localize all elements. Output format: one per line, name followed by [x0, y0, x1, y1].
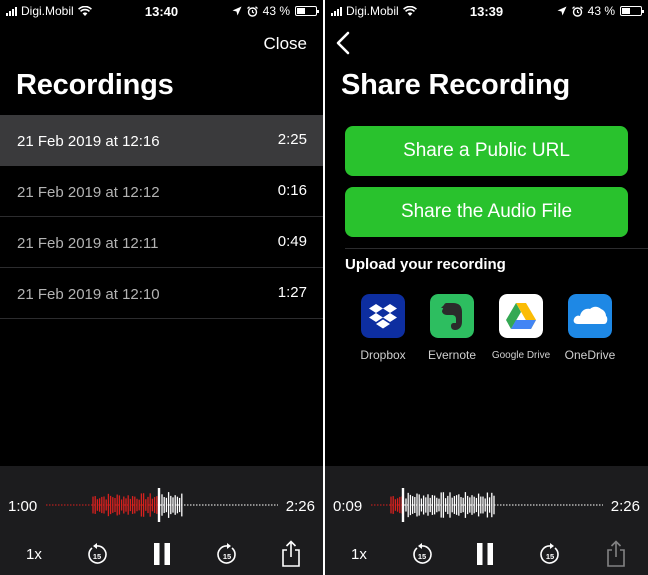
battery-percent: 43 % [262, 4, 290, 18]
status-right: 43 % [232, 4, 319, 18]
onedrive-service[interactable]: OneDrive [555, 294, 625, 362]
alarm-icon [571, 5, 583, 17]
page-title: Share Recording [341, 69, 571, 101]
battery-fill [297, 8, 305, 14]
status-bar: Digi.Mobil 13:40 43 % [0, 0, 323, 22]
recording-row[interactable]: 21 Feb 2019 at 12:16 2:25 [0, 115, 323, 166]
waveform-scrubber[interactable] [46, 486, 278, 524]
recording-date: 21 Feb 2019 at 12:16 [17, 133, 160, 150]
service-label: Dropbox [360, 348, 406, 362]
location-icon [557, 6, 567, 16]
forward-15-icon[interactable]: 15 [216, 542, 238, 566]
google-drive-icon [499, 294, 543, 338]
page-title: Recordings [16, 69, 174, 101]
evernote-icon [430, 294, 474, 338]
recording-date: 21 Feb 2019 at 12:12 [17, 184, 160, 201]
pause-icon[interactable] [152, 542, 172, 566]
onedrive-icon [568, 294, 612, 338]
share-audio-file-button[interactable]: Share the Audio File [345, 187, 628, 237]
svg-text:15: 15 [93, 552, 101, 561]
recording-row[interactable]: 21 Feb 2019 at 12:12 0:16 [0, 166, 323, 217]
dropbox-icon [361, 294, 405, 338]
recording-row[interactable]: 21 Feb 2019 at 12:10 1:27 [0, 268, 323, 319]
recordings-screen: Digi.Mobil 13:40 43 % Close Recordings 2… [0, 0, 323, 575]
evernote-service[interactable]: Evernote [417, 294, 487, 362]
svg-text:15: 15 [223, 552, 231, 561]
upload-section-label: Upload your recording [345, 256, 506, 273]
current-time: 0:09 [333, 498, 363, 515]
forward-15-icon[interactable]: 15 [539, 542, 561, 566]
playback-speed-button[interactable]: 1x [26, 546, 42, 563]
service-label: OneDrive [564, 348, 616, 362]
pause-icon[interactable] [475, 542, 495, 566]
share-public-url-button[interactable]: Share a Public URL [345, 126, 628, 176]
close-button[interactable]: Close [264, 34, 307, 54]
recording-duration: 0:49 [277, 233, 307, 250]
audio-player: 1:00 2:26 1x 15 15 [0, 466, 323, 575]
recording-duration: 1:27 [277, 284, 307, 301]
recording-date: 21 Feb 2019 at 12:11 [17, 235, 159, 252]
chevron-left-icon[interactable] [333, 30, 357, 56]
svg-text:15: 15 [418, 552, 426, 561]
status-bar: Digi.Mobil 13:39 43 % [325, 0, 648, 22]
battery-icon [295, 6, 319, 16]
status-right: 43 % [557, 4, 644, 18]
divider [345, 248, 648, 249]
recording-date: 21 Feb 2019 at 12:10 [17, 286, 160, 303]
battery-percent: 43 % [587, 4, 615, 18]
service-label: Evernote [427, 348, 477, 362]
svg-text:15: 15 [546, 552, 554, 561]
total-time: 2:26 [285, 498, 315, 515]
rewind-15-icon[interactable]: 15 [411, 542, 433, 566]
playback-speed-button[interactable]: 1x [351, 546, 367, 563]
recording-duration: 0:16 [277, 182, 307, 199]
waveform-scrubber[interactable] [371, 486, 603, 524]
share-recording-screen: Digi.Mobil 13:39 43 % Share Recording Sh… [325, 0, 648, 575]
recording-row[interactable]: 21 Feb 2019 at 12:11 0:49 [0, 217, 323, 268]
battery-fill [622, 8, 630, 14]
audio-player: 0:09 2:26 1x 15 15 [325, 466, 648, 575]
recording-duration: 2:25 [277, 131, 307, 148]
recordings-list: 21 Feb 2019 at 12:16 2:25 21 Feb 2019 at… [0, 115, 323, 319]
google-drive-service[interactable]: Google Drive [486, 294, 556, 361]
share-icon[interactable] [605, 540, 627, 568]
rewind-15-icon[interactable]: 15 [86, 542, 108, 566]
battery-icon [620, 6, 644, 16]
service-label: Google Drive [491, 350, 551, 361]
current-time: 1:00 [8, 498, 38, 515]
alarm-icon [246, 5, 258, 17]
location-icon [232, 6, 242, 16]
dropbox-service[interactable]: Dropbox [348, 294, 418, 362]
share-icon[interactable] [280, 540, 302, 568]
total-time: 2:26 [610, 498, 640, 515]
